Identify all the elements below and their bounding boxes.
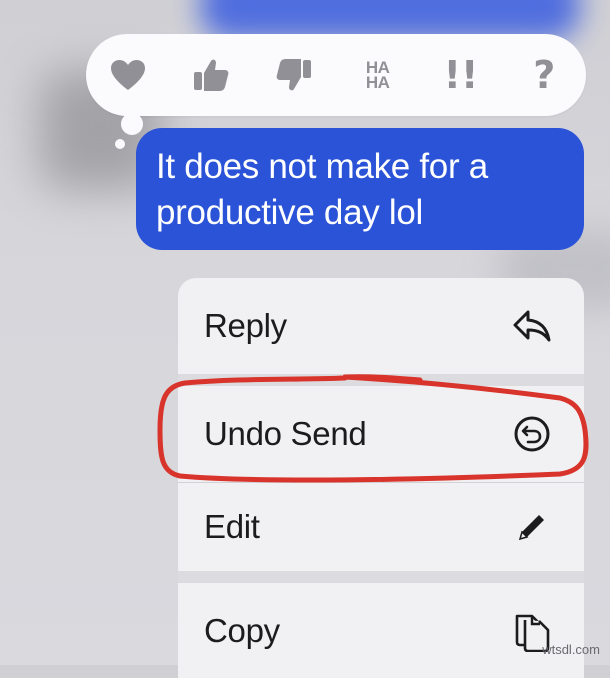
menu-item-label: Reply: [204, 307, 287, 344]
context-menu: Reply Undo Send Edit Copy: [178, 278, 584, 678]
pencil-icon: [512, 507, 552, 547]
exclamation-icon: !!: [443, 53, 479, 97]
menu-item-copy[interactable]: Copy: [178, 583, 584, 678]
menu-item-label: Undo Send: [204, 415, 367, 452]
reply-arrow-icon: [512, 306, 552, 346]
tapback-exclamation[interactable]: !!: [437, 51, 485, 99]
haha-bottom-label: HA: [365, 73, 390, 92]
menu-group-separator: [178, 374, 584, 386]
menu-item-label: Edit: [204, 508, 260, 545]
message-text-line-2: productive day lol: [156, 193, 423, 232]
tapback-haha[interactable]: HA HA: [354, 51, 402, 99]
undo-send-icon: [512, 414, 552, 454]
tapback-question[interactable]: ?: [520, 51, 568, 99]
watermark: wtsdl.com: [542, 642, 600, 657]
tapback-thumbs-down[interactable]: [270, 51, 318, 99]
tapback-bar: HA HA !! ?: [86, 34, 586, 116]
question-icon: ?: [533, 53, 556, 97]
heart-icon: [110, 60, 145, 90]
tapback-thumbs-up[interactable]: [187, 51, 235, 99]
message-bubble[interactable]: It does not make for a productive day lo…: [136, 128, 584, 250]
menu-group-separator: [178, 571, 584, 583]
tapback-heart[interactable]: [104, 51, 152, 99]
tapback-tail-dot-small: [115, 139, 125, 149]
menu-item-edit[interactable]: Edit: [178, 483, 584, 571]
menu-item-undo-send[interactable]: Undo Send: [178, 386, 584, 482]
tapback-tail-dot: [121, 113, 143, 135]
menu-item-label: Copy: [204, 612, 280, 649]
menu-item-reply[interactable]: Reply: [178, 278, 584, 374]
thumbs-down-icon: [276, 59, 312, 91]
message-text-line-1: It does not make for a: [156, 147, 488, 186]
thumbs-up-icon: [193, 59, 229, 91]
haha-icon: HA HA: [365, 59, 390, 92]
